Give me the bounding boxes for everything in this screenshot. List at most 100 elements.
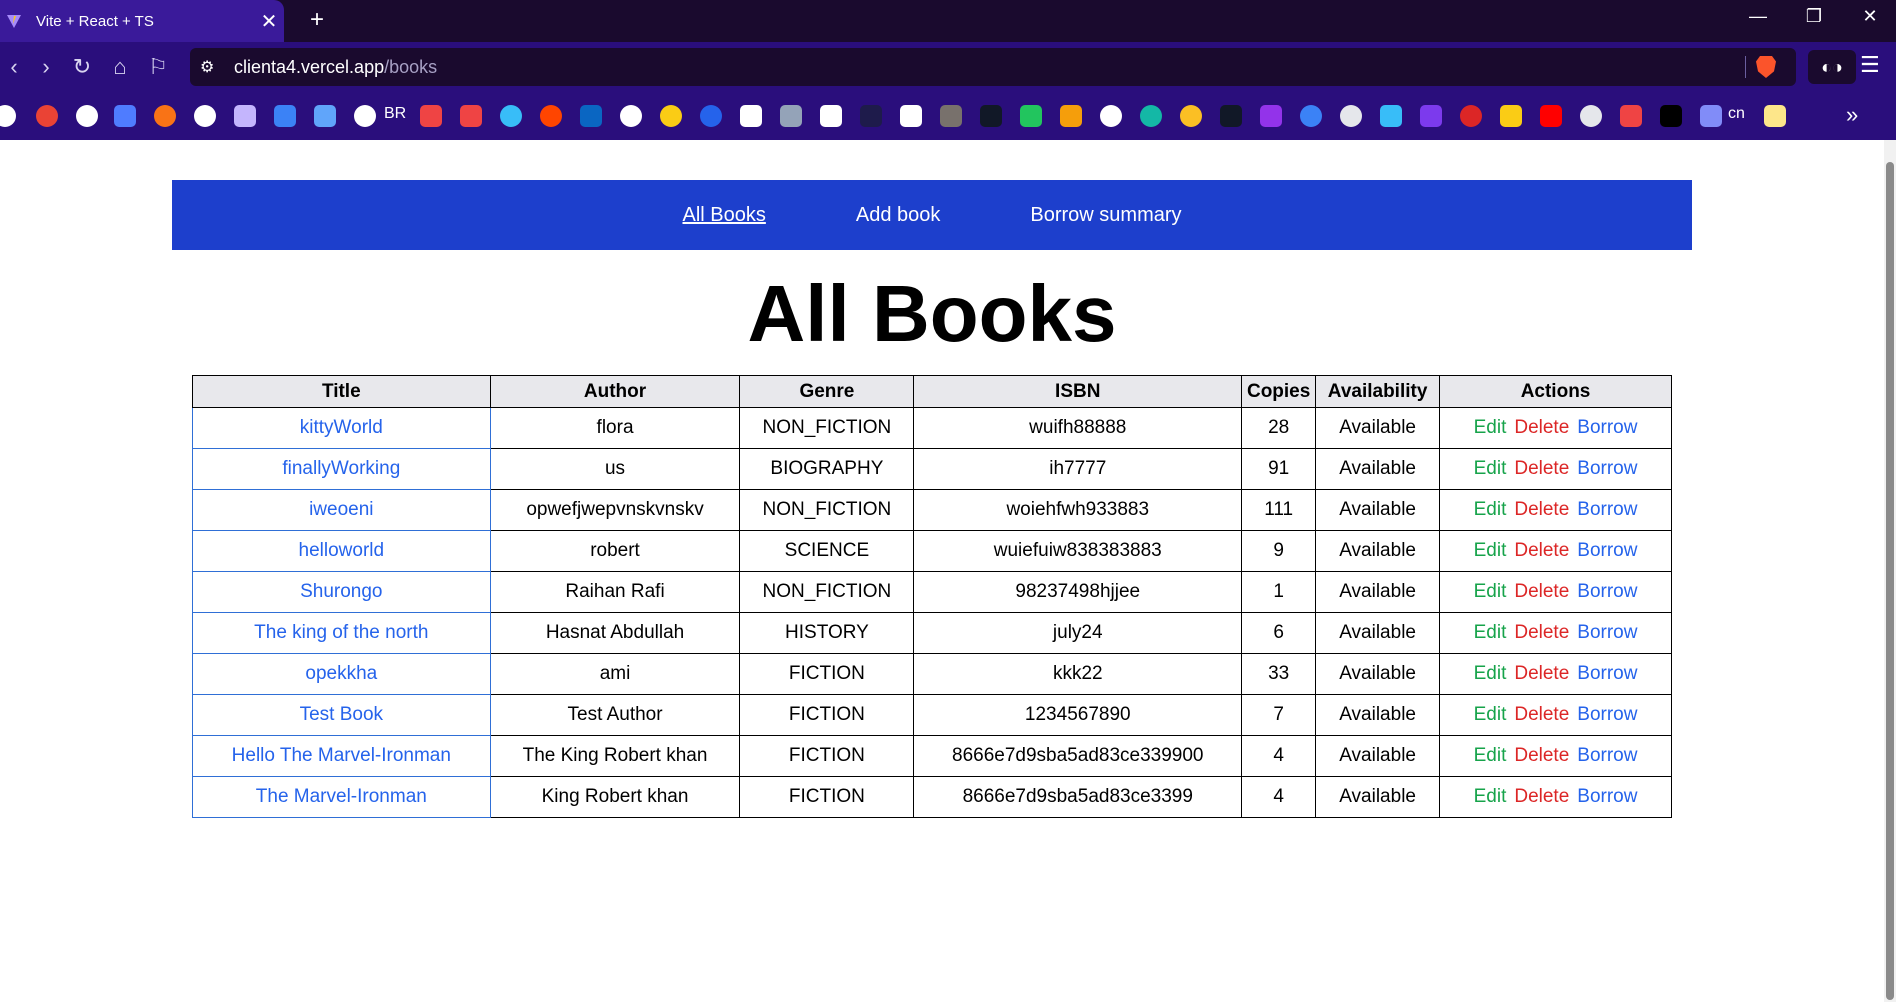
globe-icon[interactable] (1340, 105, 1362, 127)
bookmark-icon[interactable] (700, 105, 722, 127)
vertical-scrollbar[interactable] (1884, 140, 1896, 1002)
bookmark-icon[interactable] (1260, 105, 1282, 127)
borrow-button[interactable]: Borrow (1577, 417, 1637, 438)
bookmark-icon[interactable] (780, 105, 802, 127)
openai-icon[interactable] (76, 105, 98, 127)
reddit-icon[interactable] (540, 105, 562, 127)
delete-button[interactable]: Delete (1514, 663, 1569, 684)
borrow-button[interactable]: Borrow (1577, 745, 1637, 766)
bookmark-icon[interactable] (860, 105, 882, 127)
bookmark-icon[interactable] (1220, 105, 1242, 127)
menu-icon[interactable]: ☰ (1860, 52, 1880, 78)
edit-button[interactable]: Edit (1474, 786, 1507, 807)
bookmark-cn-label[interactable]: cn (1728, 105, 1745, 123)
scrollbar-thumb[interactable] (1886, 162, 1894, 1000)
forward-button[interactable]: › (32, 54, 60, 80)
edit-button[interactable]: Edit (1474, 663, 1507, 684)
address-bar[interactable]: ⚙ clienta4.vercel.app/books (190, 48, 1796, 86)
close-window-button[interactable]: ✕ (1850, 6, 1890, 27)
delete-button[interactable]: Delete (1514, 499, 1569, 520)
bookmark-icon[interactable] (234, 105, 256, 127)
site-settings-icon[interactable]: ⚙ (200, 57, 226, 77)
bookmark-page-button[interactable]: ⚐ (144, 54, 172, 80)
telegram-icon[interactable] (500, 105, 522, 127)
bookmark-icon[interactable] (1100, 105, 1122, 127)
bookmark-icon[interactable] (1500, 105, 1522, 127)
new-tab-button[interactable]: + (302, 6, 332, 34)
bookmark-icon[interactable] (1620, 105, 1642, 127)
delete-button[interactable]: Delete (1514, 417, 1569, 438)
bookmark-icon[interactable] (36, 105, 58, 127)
delete-button[interactable]: Delete (1514, 704, 1569, 725)
nav-add-book-link[interactable]: Add book (856, 204, 941, 227)
book-title-link[interactable]: iweoeni (192, 489, 491, 531)
reload-button[interactable]: ↻ (68, 54, 96, 80)
bookmark-icon[interactable] (1140, 105, 1162, 127)
nav-all-books-link[interactable]: All Books (682, 204, 765, 227)
delete-button[interactable]: Delete (1514, 581, 1569, 602)
bookmark-icon[interactable] (1660, 105, 1682, 127)
edit-button[interactable]: Edit (1474, 581, 1507, 602)
github-icon[interactable] (620, 105, 642, 127)
github-icon[interactable] (354, 105, 376, 127)
delete-button[interactable]: Delete (1514, 622, 1569, 643)
bookmark-br-label[interactable]: BR (384, 105, 406, 123)
edit-button[interactable]: Edit (1474, 622, 1507, 643)
delete-button[interactable]: Delete (1514, 458, 1569, 479)
book-title-link[interactable]: finallyWorking (192, 448, 491, 490)
browser-tab[interactable]: Vite + React + TS ✕ (0, 0, 284, 42)
claude-icon[interactable] (154, 105, 176, 127)
huggingface-icon[interactable] (660, 105, 682, 127)
borrow-button[interactable]: Borrow (1577, 663, 1637, 684)
more-bookmarks-icon[interactable]: » (1846, 102, 1858, 128)
reader-mode-icon[interactable]: ◐◑ (1808, 50, 1856, 84)
bookmark-icon[interactable] (1180, 105, 1202, 127)
globe-icon[interactable] (1580, 105, 1602, 127)
borrow-button[interactable]: Borrow (1577, 499, 1637, 520)
gmail-icon[interactable] (420, 105, 442, 127)
linkedin-icon[interactable] (580, 105, 602, 127)
delete-button[interactable]: Delete (1514, 786, 1569, 807)
edit-button[interactable]: Edit (1474, 417, 1507, 438)
restore-button[interactable]: ❐ (1794, 6, 1834, 27)
borrow-button[interactable]: Borrow (1577, 704, 1637, 725)
nav-borrow-summary-link[interactable]: Borrow summary (1030, 204, 1181, 227)
edit-button[interactable]: Edit (1474, 704, 1507, 725)
book-title-link[interactable]: The king of the north (192, 612, 491, 654)
bookmark-icon[interactable] (940, 105, 962, 127)
book-title-link[interactable]: Test Book (192, 694, 491, 736)
gemini-icon[interactable] (274, 105, 296, 127)
home-button[interactable]: ⌂ (106, 54, 134, 80)
book-title-link[interactable]: Shurongo (192, 571, 491, 613)
borrow-button[interactable]: Borrow (1577, 581, 1637, 602)
bookmark-icon[interactable] (900, 105, 922, 127)
book-title-link[interactable]: Hello The Marvel-Ironman (192, 735, 491, 777)
excel-icon[interactable] (1020, 105, 1042, 127)
delete-button[interactable]: Delete (1514, 540, 1569, 561)
edit-button[interactable]: Edit (1474, 745, 1507, 766)
bookmark-icon[interactable] (1700, 105, 1722, 127)
bookmark-icon[interactable] (314, 105, 336, 127)
book-title-link[interactable]: The Marvel-Ironman (192, 776, 491, 818)
book-title-link[interactable]: kittyWorld (192, 407, 491, 449)
borrow-button[interactable]: Borrow (1577, 786, 1637, 807)
edit-button[interactable]: Edit (1474, 458, 1507, 479)
bookmark-icon[interactable] (1764, 105, 1786, 127)
bookmark-icon[interactable] (980, 105, 1002, 127)
edit-button[interactable]: Edit (1474, 540, 1507, 561)
github-icon[interactable] (0, 105, 16, 127)
back-button[interactable]: ‹ (0, 54, 28, 80)
book-title-link[interactable]: helloworld (192, 530, 491, 572)
edit-button[interactable]: Edit (1474, 499, 1507, 520)
w3schools-icon[interactable] (820, 105, 842, 127)
notion-icon[interactable] (740, 105, 762, 127)
close-tab-icon[interactable]: ✕ (254, 9, 284, 34)
delete-button[interactable]: Delete (1514, 745, 1569, 766)
bookmark-icon[interactable] (1460, 105, 1482, 127)
bookmark-icon[interactable] (1380, 105, 1402, 127)
youtube-icon[interactable] (1540, 105, 1562, 127)
borrow-button[interactable]: Borrow (1577, 458, 1637, 479)
bookmark-icon[interactable] (194, 105, 216, 127)
minimize-button[interactable]: — (1738, 6, 1778, 27)
brave-shields-icon[interactable] (1756, 56, 1776, 78)
